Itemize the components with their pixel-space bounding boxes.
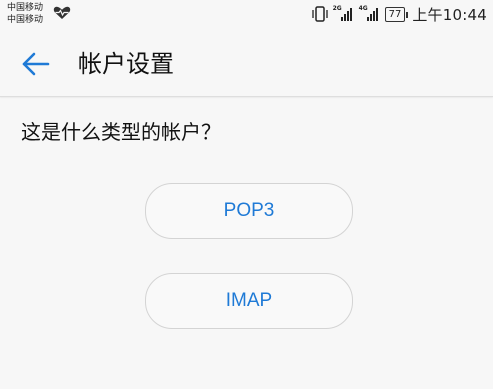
- carrier-label-1: 中国移动: [7, 3, 44, 13]
- carrier-labels: 中国移动 中国移动: [7, 2, 43, 26]
- battery-icon: 77: [384, 6, 409, 22]
- account-type-question: 这是什么类型的帐户？: [21, 120, 221, 144]
- back-button[interactable]: [18, 47, 54, 81]
- app-header: 帐户设置: [0, 30, 493, 97]
- signal-icon-sim1: 2G: [333, 5, 355, 22]
- vibrate-icon: [311, 6, 328, 22]
- status-bar: 中国移动 中国移动 2G 4G 77 上午10:44: [0, 0, 493, 30]
- arrow-left-icon: [22, 52, 50, 76]
- signal-icon-sim2: 4G: [359, 5, 381, 22]
- pop3-button[interactable]: POP3: [145, 183, 353, 239]
- health-heart-icon: [53, 6, 71, 19]
- carrier-label-2: 中国移动: [7, 15, 44, 25]
- clock-time: 上午10:44: [412, 5, 487, 24]
- imap-button[interactable]: IMAP: [145, 273, 353, 329]
- page-title: 帐户设置: [78, 50, 174, 78]
- status-icons: 2G 4G 77 上午10:44: [311, 5, 487, 24]
